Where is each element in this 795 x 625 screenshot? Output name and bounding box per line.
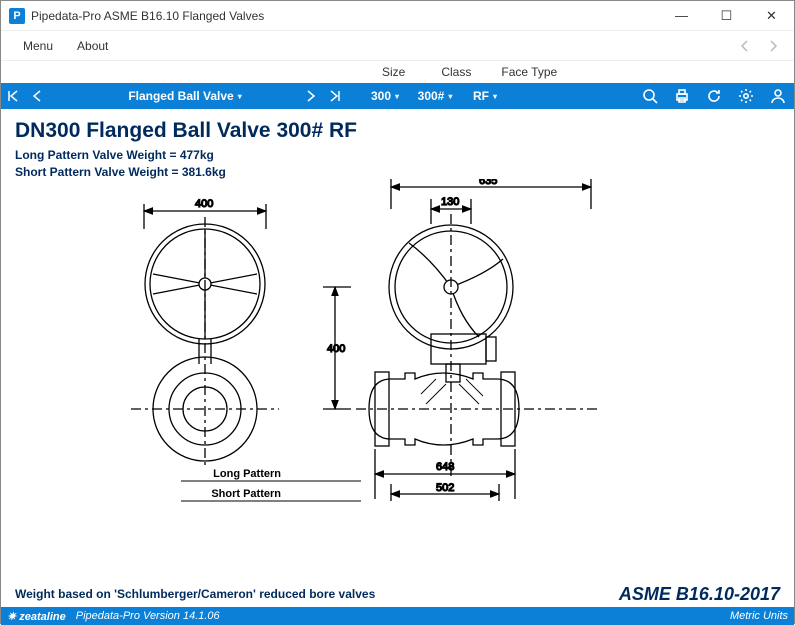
class-selector[interactable]: 300# ▾	[413, 83, 465, 109]
brand-label: ✷ zeataline	[7, 610, 66, 623]
last-button[interactable]	[323, 83, 347, 109]
chevron-down-icon: ▾	[395, 92, 407, 101]
next-button[interactable]	[299, 83, 323, 109]
item-selector[interactable]: Flanged Ball Valve ▾	[79, 83, 299, 109]
history-back-button[interactable]	[734, 35, 756, 57]
print-button[interactable]	[666, 83, 698, 109]
app-logo: P	[9, 8, 25, 24]
svg-text:648: 648	[436, 461, 454, 473]
version-label: Pipedata-Pro Version 14.1.06	[76, 610, 220, 622]
long-pattern-weight: Long Pattern Valve Weight = 477kg	[15, 147, 780, 164]
item-selector-label: Flanged Ball Valve	[128, 89, 233, 103]
units-toggle[interactable]: Metric Units	[730, 610, 788, 622]
first-button[interactable]	[1, 83, 25, 109]
svg-text:130: 130	[441, 196, 459, 208]
chevron-down-icon: ▾	[448, 92, 460, 101]
footer-note: Weight based on 'Schlumberger/Cameron' r…	[15, 587, 375, 601]
about-button[interactable]: About	[65, 35, 120, 57]
prev-button[interactable]	[25, 83, 49, 109]
history-forward-button[interactable]	[762, 35, 784, 57]
svg-text:Short Pattern: Short Pattern	[211, 488, 281, 500]
refresh-button[interactable]	[698, 83, 730, 109]
svg-text:635: 635	[479, 179, 497, 187]
page-title: DN300 Flanged Ball Valve 300# RF	[15, 119, 780, 143]
standard-label: ASME B16.10-2017	[619, 584, 780, 605]
chevron-down-icon: ▾	[238, 92, 250, 101]
label-class: Class	[441, 65, 471, 79]
menu-button[interactable]: Menu	[11, 35, 65, 57]
class-value: 300#	[418, 89, 445, 103]
svg-text:400: 400	[195, 198, 213, 210]
label-face: Face Type	[501, 65, 557, 79]
valve-drawing: 400	[91, 179, 661, 519]
user-button[interactable]	[762, 83, 794, 109]
chevron-down-icon: ▾	[493, 92, 505, 101]
maximize-button[interactable]: ☐	[704, 1, 749, 31]
window-title: Pipedata-Pro ASME B16.10 Flanged Valves	[31, 9, 264, 23]
close-button[interactable]: ✕	[749, 1, 794, 31]
face-selector[interactable]: RF ▾	[469, 83, 509, 109]
minimize-button[interactable]: —	[659, 1, 704, 31]
size-selector[interactable]: 300 ▾	[369, 83, 409, 109]
face-value: RF	[473, 89, 489, 103]
svg-text:502: 502	[436, 482, 454, 494]
search-button[interactable]	[634, 83, 666, 109]
settings-button[interactable]	[730, 83, 762, 109]
label-size: Size	[382, 65, 405, 79]
svg-text:Long Pattern: Long Pattern	[213, 468, 281, 480]
svg-text:400: 400	[327, 343, 345, 355]
size-value: 300	[371, 89, 391, 103]
